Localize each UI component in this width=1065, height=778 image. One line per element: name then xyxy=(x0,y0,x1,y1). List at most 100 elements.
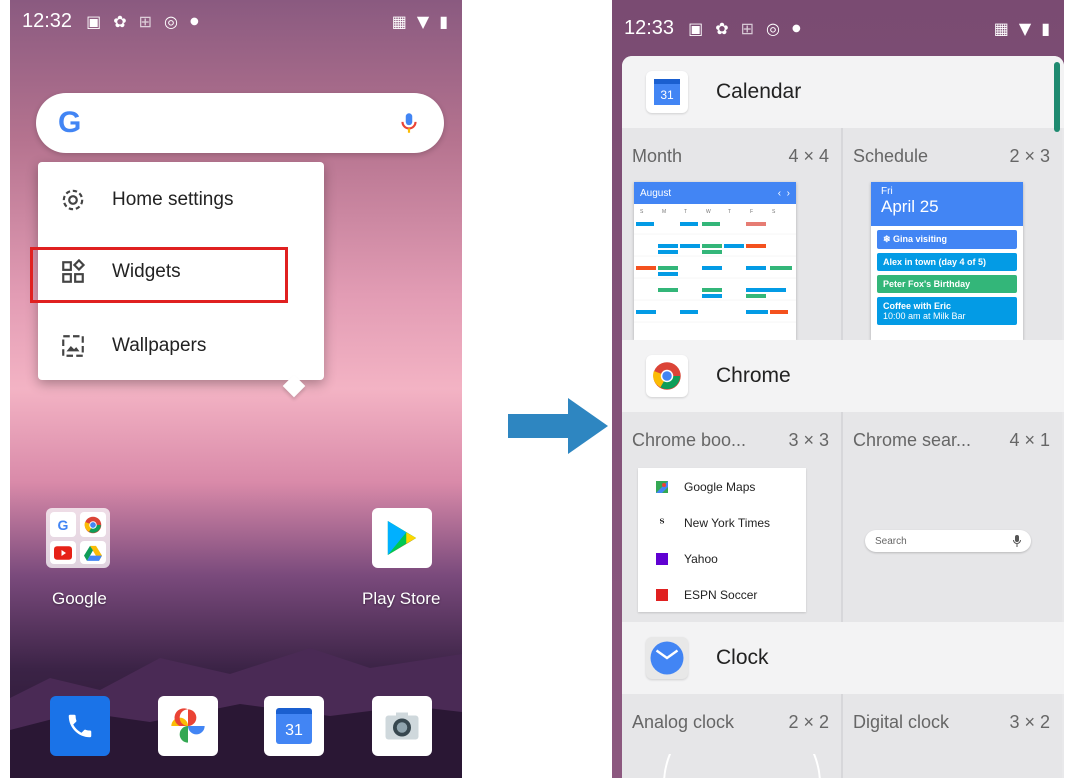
bookmark-item: ESPN Soccer xyxy=(656,588,757,602)
vibrate-icon: ▦ xyxy=(993,18,1009,38)
widget-name: Month xyxy=(632,146,683,166)
youtube-icon xyxy=(50,541,76,564)
bookmarks-widget-preview: Google Maps ᵀ New York Times Yahoo ESPN S… xyxy=(638,468,806,612)
drive-icon xyxy=(80,541,106,564)
widget-calendar-schedule[interactable]: Schedule 2 × 3 Fri April 25 ❄ Gina visit… xyxy=(843,128,1062,340)
bookmark-item: ᵀ New York Times xyxy=(656,516,770,530)
app-name: Chrome xyxy=(716,364,791,387)
schedule-day: Fri xyxy=(881,186,893,197)
svg-text:T: T xyxy=(684,209,687,215)
settings-icon: ✿ xyxy=(113,11,127,31)
widget-name: Chrome boo... xyxy=(632,430,747,450)
image-icon: ▣ xyxy=(688,18,704,38)
svg-text:S: S xyxy=(640,209,644,215)
schedule-date: April 25 xyxy=(881,197,939,216)
widget-name: Analog clock xyxy=(632,712,735,732)
analog-clock-preview xyxy=(663,754,821,778)
calendar-icon-text: 31 xyxy=(654,79,680,105)
month-widget-preview: August ‹ › S M T W T F S xyxy=(634,182,796,340)
widget-analog-clock[interactable]: Analog clock 2 × 2 xyxy=(622,694,841,778)
bookmark-item: Yahoo xyxy=(656,552,718,566)
settings-icon: ✿ xyxy=(715,18,729,38)
play-store-icon[interactable] xyxy=(372,508,432,568)
google-logo-icon: G xyxy=(58,106,82,139)
svg-text:F: F xyxy=(750,209,753,215)
chrome-icon xyxy=(646,355,688,397)
microphone-icon xyxy=(1013,535,1021,547)
widgets-screen: 12:33 ▣ ✿ ⊞ ◎ ● ▦ ▼ ▮ 31 Calendar Month … xyxy=(612,0,1064,778)
dot-icon: ● xyxy=(189,15,199,27)
wifi-icon: ▼ xyxy=(1018,18,1032,38)
month-grid-preview: SMTWTFS xyxy=(634,209,796,323)
status-time: 12:32 xyxy=(22,9,73,32)
menu-pointer xyxy=(282,374,306,398)
widget-digital-clock[interactable]: Digital clock 3 × 2 xyxy=(843,694,1062,778)
widget-list[interactable]: 31 Calendar Month 4 × 4 August ‹ › S M T W T F… xyxy=(622,56,1064,778)
google-folder[interactable]: G xyxy=(46,508,110,568)
svg-text:T: T xyxy=(728,209,731,215)
schedule-event: Alex in town (day 4 of 5) xyxy=(877,253,1017,271)
phone-icon[interactable] xyxy=(50,696,110,756)
schedule-event: Peter Fox's Birthday xyxy=(877,275,1017,293)
scanner-icon: ⊞ xyxy=(740,18,754,38)
wifi-icon: ▼ xyxy=(416,11,430,31)
menu-item-wallpapers[interactable]: Wallpapers xyxy=(38,318,324,374)
scrollbar[interactable] xyxy=(1054,62,1060,132)
menu-item-label: Home settings xyxy=(112,189,234,210)
bookmark-item: Google Maps xyxy=(656,480,755,494)
dot-icon: ● xyxy=(791,22,801,34)
photos-icon[interactable] xyxy=(158,696,218,756)
schedule-event: Coffee with Eric 10:00 am at Milk Bar xyxy=(877,297,1017,325)
calendar-dock-icon[interactable]: 31 xyxy=(264,696,324,756)
transition-arrow xyxy=(508,398,608,454)
widget-size: 3 × 2 xyxy=(1009,712,1050,732)
sync-icon: ◎ xyxy=(164,11,178,31)
status-time: 12:33 xyxy=(624,16,675,39)
google-search-bar[interactable]: G xyxy=(36,93,444,153)
gear-icon xyxy=(62,189,84,211)
search-placeholder: Search xyxy=(875,535,907,547)
battery-icon: ▮ xyxy=(1041,18,1050,38)
play-store-label: Play Store xyxy=(362,589,441,608)
espn-icon xyxy=(656,589,668,601)
chrome-icon xyxy=(80,512,106,537)
widget-size: 4 × 1 xyxy=(1009,430,1050,450)
calendar-icon: 31 xyxy=(646,71,688,113)
schedule-widget-preview: Fri April 25 ❄ Gina visiting Alex in tow… xyxy=(871,182,1023,340)
camera-icon[interactable] xyxy=(372,696,432,756)
widget-calendar-month[interactable]: Month 4 × 4 August ‹ › S M T W T F S xyxy=(622,128,841,340)
wallpaper-icon xyxy=(62,335,84,357)
home-screen: 12:32 ▣ ✿ ⊞ ◎ ● ▦ ▼ ▮ G Home settings Wi… xyxy=(10,0,462,778)
schedule-event: ❄ Gina visiting xyxy=(877,230,1017,249)
battery-icon: ▮ xyxy=(439,11,448,31)
microphone-icon[interactable] xyxy=(396,110,422,136)
chrome-search-preview: Search xyxy=(865,530,1031,552)
widget-size: 2 × 2 xyxy=(788,712,829,732)
clock-icon xyxy=(646,637,688,679)
app-header-clock: Clock xyxy=(622,622,1064,694)
yahoo-icon xyxy=(656,553,668,565)
widget-chrome-bookmarks[interactable]: Chrome boo... 3 × 3 Google Maps ᵀ New Yor… xyxy=(622,412,841,622)
menu-item-home-settings[interactable]: Home settings xyxy=(38,172,324,228)
status-bar: 12:32 ▣ ✿ ⊞ ◎ ● ▦ ▼ ▮ xyxy=(10,0,462,42)
svg-text:S: S xyxy=(772,209,776,215)
widgets-highlight-box xyxy=(30,247,288,303)
nyt-icon: ᵀ xyxy=(659,516,665,530)
vibrate-icon: ▦ xyxy=(391,11,407,31)
widget-chrome-search[interactable]: Chrome sear... 4 × 1 Search xyxy=(843,412,1062,622)
menu-item-label: Wallpapers xyxy=(112,335,207,356)
google-folder-label: Google xyxy=(52,589,107,608)
widget-size: 3 × 3 xyxy=(788,430,829,450)
month-nav-icons: ‹ › xyxy=(777,187,790,199)
month-name: August xyxy=(640,187,672,199)
widget-name: Chrome sear... xyxy=(853,430,972,450)
svg-text:W: W xyxy=(706,209,711,215)
app-name: Clock xyxy=(716,646,769,669)
app-name: Calendar xyxy=(716,80,802,103)
widget-name: Schedule xyxy=(853,146,929,166)
app-header-chrome: Chrome xyxy=(622,340,1064,412)
app-header-calendar: 31 Calendar xyxy=(622,56,1064,128)
svg-text:M: M xyxy=(662,209,666,215)
scanner-icon: ⊞ xyxy=(138,11,152,31)
maps-icon xyxy=(656,481,668,493)
